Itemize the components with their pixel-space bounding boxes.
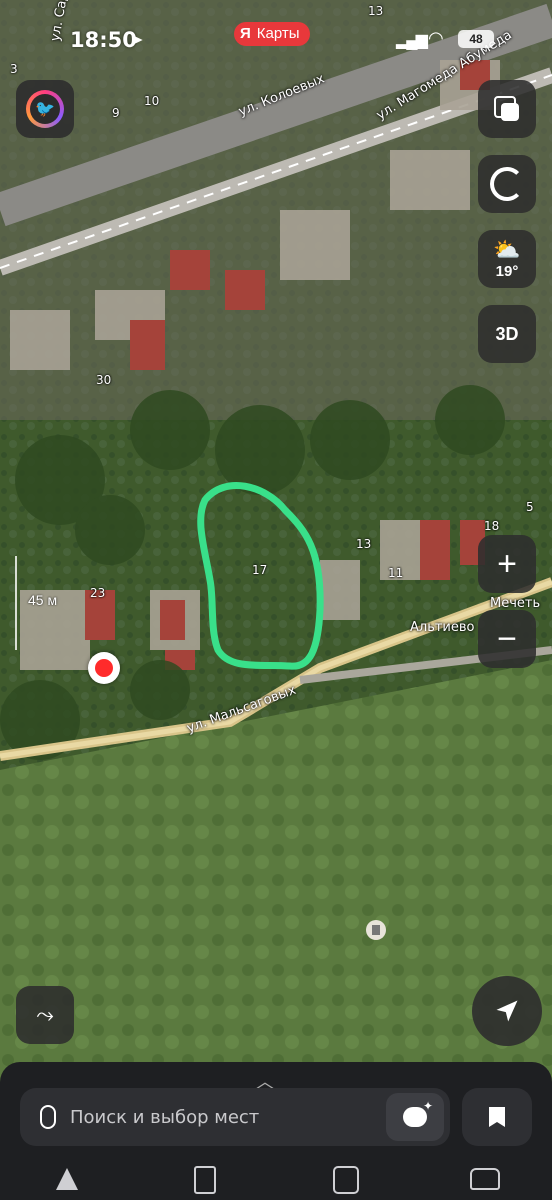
place-label: Альтиево [410,620,475,635]
route-icon: ⤳ [36,1002,54,1027]
brand-name: Карты [256,25,300,42]
location-pin[interactable] [88,652,120,684]
search-bar[interactable]: Поиск и выбор мест ✦ [20,1088,450,1146]
house-number: 3 [10,62,18,76]
house-number: 9 [112,106,120,120]
compass-icon [490,167,524,201]
tab-navigator[interactable] [56,1168,78,1190]
house-number: 5 [526,500,534,514]
assistant-chat-button[interactable]: ✦ [386,1093,444,1141]
status-time: 18:50 [70,28,137,52]
bookmark-icon [489,1107,505,1127]
tab-taxi[interactable] [470,1168,500,1190]
satellite-map[interactable] [0,0,552,1200]
fuel-icon [194,1166,216,1194]
avatar-icon: 🐦 [26,90,64,128]
compass-button[interactable] [478,155,536,213]
bookmarks-button[interactable] [462,1088,532,1146]
taxi-icon [470,1168,500,1190]
house-number: 17 [252,563,268,577]
house-number: 18 [484,519,500,533]
tab-transport[interactable] [333,1166,359,1194]
battery-level: 48 [469,32,483,46]
weather-temperature: 19° [495,262,519,280]
pin-dot-icon [95,659,113,677]
search-input[interactable]: Поиск и выбор мест [70,1107,259,1128]
partly-cloudy-icon: ⛅ [493,236,521,262]
app-brand: Я Карты [234,22,310,46]
tab-fuel[interactable] [194,1166,216,1194]
wifi-icon: ◠ [428,28,444,48]
zoom-out-button[interactable]: − [478,610,536,668]
house-number: 13 [368,4,384,18]
house-number: 10 [144,94,160,108]
poi-icon[interactable] [366,920,386,940]
signal-icon: ▂▄▆ [396,32,428,49]
house-number: 13 [356,537,372,551]
weather-button[interactable]: ⛅ 19° [478,230,536,288]
route-button[interactable]: ⤳ [16,986,74,1044]
scale-label: 45 м [28,592,58,608]
house-number: 30 [96,373,112,387]
layers-icon [494,96,520,122]
my-location-button[interactable] [472,976,542,1046]
brand-logo: Я [240,25,251,42]
layers-button[interactable] [478,80,536,138]
house-number: 11 [388,566,404,580]
zoom-in-button[interactable]: + [478,535,536,593]
microphone-icon[interactable] [40,1105,56,1129]
navigation-arrow-icon [496,1000,518,1022]
bus-icon [333,1166,359,1194]
location-arrow-icon: ➤ [130,32,144,49]
chat-sparkle-icon: ✦ [403,1099,433,1127]
battery-icon: 48 [458,30,494,48]
building-icon [372,925,380,935]
navigation-icon [56,1168,78,1190]
view-3d-button[interactable]: 3D [478,305,536,363]
poi-label: Мечеть [490,596,541,611]
profile-avatar-button[interactable]: 🐦 [16,80,74,138]
house-number: 23 [90,586,106,600]
